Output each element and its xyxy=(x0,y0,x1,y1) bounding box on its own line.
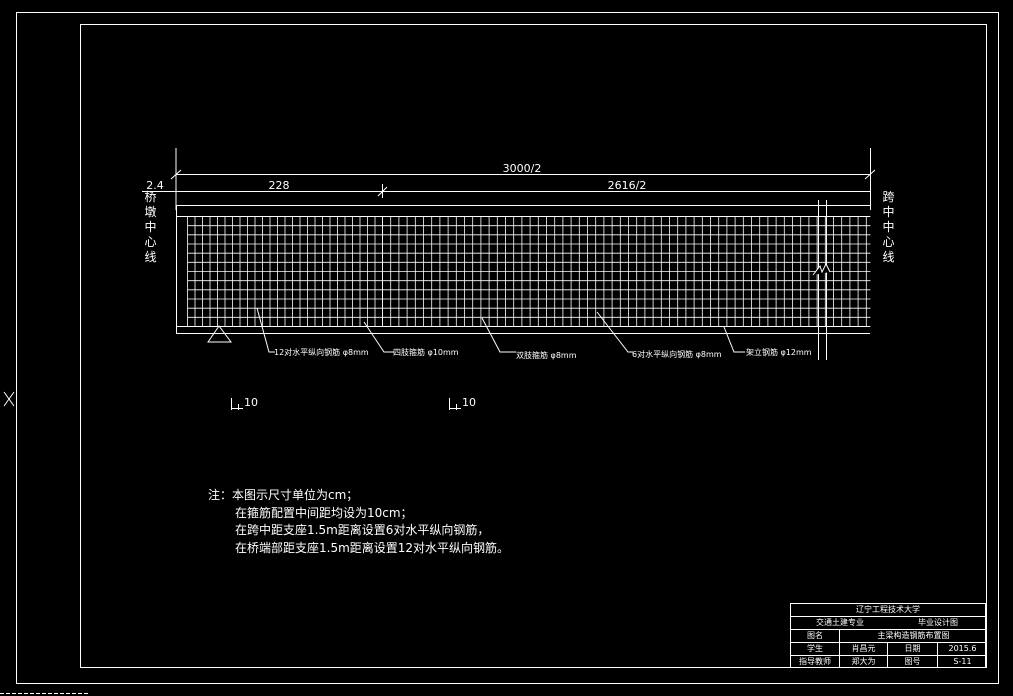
break-line xyxy=(812,200,831,360)
drawing-no: S-11 xyxy=(937,656,987,668)
dim-middle-zone-label: 2616/2 xyxy=(608,179,647,192)
student-label: 学生 xyxy=(807,644,823,653)
date-value: 2015.6 xyxy=(937,643,987,655)
drawing-name: 主梁构造钢筋布置图 xyxy=(839,630,987,642)
crosshair-cursor-icon xyxy=(3,391,15,407)
cad-drawing-canvas: 3000/2 2.4 228 2616/2 桥墩中心线 跨中中心线 12对水平纵… xyxy=(0,12,999,694)
school-name: 辽宁工程技术大学 xyxy=(856,605,920,614)
section-mark-right xyxy=(449,398,461,410)
note-line-1: 注：本图示尺寸单位为cm； xyxy=(208,488,359,502)
title-block: 辽宁工程技术大学 交通土建专业 毕业设计图 图名 主梁构造钢筋布置图 学生 肖昌… xyxy=(790,603,986,668)
advisor-label: 指导教师 xyxy=(799,657,831,666)
section-mark-left-label: 10 xyxy=(244,396,258,409)
title-block-row-major: 交通土建专业 毕业设计图 xyxy=(791,617,985,630)
dim-total-label: 3000/2 xyxy=(503,162,542,175)
drawing-no-label: 图号 xyxy=(887,656,937,668)
doc-type: 毕业设计图 xyxy=(918,618,958,627)
dimension-lines xyxy=(142,148,876,210)
drawing-notes: 注：本图示尺寸单位为cm； 在箍筋配置中间距均设为10cm； 在跨中距支座1.5… xyxy=(208,487,509,557)
title-block-row-advisor: 指导教师 郑大为 图号 S-11 xyxy=(791,656,985,668)
callout-two-leg-stirrup: 双肢箍筋 φ8mm xyxy=(516,350,577,360)
title-block-row-drawing-name: 图名 主梁构造钢筋布置图 xyxy=(791,630,985,643)
note-line-3: 在跨中距支座1.5m距离设置6对水平纵向钢筋， xyxy=(235,523,490,537)
major-name: 交通土建专业 xyxy=(816,618,864,627)
beam-outline xyxy=(176,205,870,334)
title-block-row-school: 辽宁工程技术大学 xyxy=(791,604,985,617)
outer-frame xyxy=(16,12,999,684)
note-line-2: 在箍筋配置中间距均设为10cm； xyxy=(235,505,413,520)
right-centerline-label: 跨中中心线 xyxy=(881,190,895,265)
callout-12-pairs-longitudinal: 12对水平纵向钢筋 φ8mm xyxy=(274,347,369,357)
note-line-4: 在桥端部距支座1.5m距离设置12对水平纵向钢筋。 xyxy=(235,540,510,555)
section-mark-right-label: 10 xyxy=(462,396,476,409)
left-centerline-label: 桥墩中心线 xyxy=(143,190,157,265)
title-block-row-student: 学生 肖昌元 日期 2015.6 xyxy=(791,643,985,656)
callout-four-leg-stirrup: 四肢箍筋 φ10mm xyxy=(393,347,459,357)
student-name: 肖昌元 xyxy=(839,643,887,655)
section-mark-left xyxy=(231,398,243,410)
drawing-name-label: 图名 xyxy=(807,631,823,640)
inner-frame xyxy=(80,24,987,668)
date-label: 日期 xyxy=(887,643,937,655)
rebar-grid-support-zone xyxy=(187,216,383,327)
callout-erection-bar: 架立钢筋 φ12mm xyxy=(746,347,812,357)
dim-support-zone-label: 228 xyxy=(269,179,290,192)
callout-6-pairs-longitudinal: 6对水平纵向钢筋 φ8mm xyxy=(632,349,722,359)
rebar-grid-middle-zone xyxy=(382,216,871,327)
advisor-name: 郑大为 xyxy=(839,656,887,668)
